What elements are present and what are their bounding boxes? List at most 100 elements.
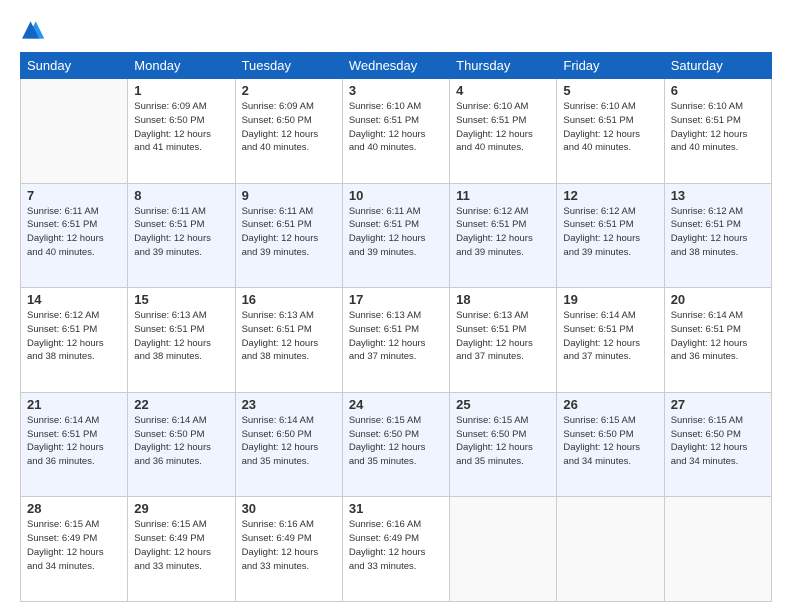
calendar-day-cell: 1 Sunrise: 6:09 AM Sunset: 6:50 PM Daylig…: [128, 79, 235, 184]
day-number: 30: [242, 501, 336, 516]
day-info: Sunrise: 6:11 AM Sunset: 6:51 PM Dayligh…: [349, 205, 443, 260]
day-number: 17: [349, 292, 443, 307]
day-info: Sunrise: 6:14 AM Sunset: 6:51 PM Dayligh…: [671, 309, 765, 364]
day-number: 13: [671, 188, 765, 203]
calendar-table: SundayMondayTuesdayWednesdayThursdayFrid…: [20, 52, 772, 602]
day-number: 3: [349, 83, 443, 98]
day-info: Sunrise: 6:12 AM Sunset: 6:51 PM Dayligh…: [563, 205, 657, 260]
calendar-week-row: 7Sunrise: 6:11 AM Sunset: 6:51 PM Daylig…: [21, 183, 772, 288]
calendar-day-cell: 23 Sunrise: 6:14 AM Sunset: 6:50 PM Dayli…: [235, 392, 342, 497]
calendar-week-row: 14 Sunrise: 6:12 AM Sunset: 6:51 PM Dayli…: [21, 288, 772, 393]
calendar-day-cell: 5 Sunrise: 6:10 AM Sunset: 6:51 PM Daylig…: [557, 79, 664, 184]
day-number: 11: [456, 188, 550, 203]
calendar-day-cell: 28 Sunrise: 6:15 AM Sunset: 6:49 PM Dayli…: [21, 497, 128, 602]
day-number: 14: [27, 292, 121, 307]
day-info: Sunrise: 6:15 AM Sunset: 6:50 PM Dayligh…: [349, 414, 443, 469]
day-number: 5: [563, 83, 657, 98]
calendar-day-cell: 20 Sunrise: 6:14 AM Sunset: 6:51 PM Dayli…: [664, 288, 771, 393]
day-info: Sunrise: 6:10 AM Sunset: 6:51 PM Dayligh…: [349, 100, 443, 155]
calendar-day-cell: 3 Sunrise: 6:10 AM Sunset: 6:51 PM Daylig…: [342, 79, 449, 184]
day-info: Sunrise: 6:14 AM Sunset: 6:51 PM Dayligh…: [27, 414, 121, 469]
day-number: 20: [671, 292, 765, 307]
day-number: 19: [563, 292, 657, 307]
calendar-day-cell: 14 Sunrise: 6:12 AM Sunset: 6:51 PM Dayli…: [21, 288, 128, 393]
day-number: 1: [134, 83, 228, 98]
day-info: Sunrise: 6:13 AM Sunset: 6:51 PM Dayligh…: [242, 309, 336, 364]
calendar-header-cell: Friday: [557, 53, 664, 79]
day-info: Sunrise: 6:09 AM Sunset: 6:50 PM Dayligh…: [134, 100, 228, 155]
calendar-day-cell: [450, 497, 557, 602]
calendar-week-row: 1 Sunrise: 6:09 AM Sunset: 6:50 PM Daylig…: [21, 79, 772, 184]
day-number: 9: [242, 188, 336, 203]
calendar-header-row: SundayMondayTuesdayWednesdayThursdayFrid…: [21, 53, 772, 79]
calendar-day-cell: 6Sunrise: 6:10 AM Sunset: 6:51 PM Daylig…: [664, 79, 771, 184]
day-info: Sunrise: 6:15 AM Sunset: 6:50 PM Dayligh…: [563, 414, 657, 469]
day-number: 24: [349, 397, 443, 412]
calendar-header-cell: Sunday: [21, 53, 128, 79]
calendar-day-cell: 22 Sunrise: 6:14 AM Sunset: 6:50 PM Dayli…: [128, 392, 235, 497]
day-info: Sunrise: 6:14 AM Sunset: 6:50 PM Dayligh…: [134, 414, 228, 469]
logo: [20, 18, 52, 42]
calendar-day-cell: 31Sunrise: 6:16 AM Sunset: 6:49 PM Dayli…: [342, 497, 449, 602]
calendar-day-cell: 13 Sunrise: 6:12 AM Sunset: 6:51 PM Dayli…: [664, 183, 771, 288]
day-number: 21: [27, 397, 121, 412]
calendar-day-cell: [664, 497, 771, 602]
logo-icon: [20, 18, 48, 42]
day-number: 25: [456, 397, 550, 412]
day-info: Sunrise: 6:13 AM Sunset: 6:51 PM Dayligh…: [456, 309, 550, 364]
day-info: Sunrise: 6:15 AM Sunset: 6:50 PM Dayligh…: [456, 414, 550, 469]
calendar-day-cell: 25 Sunrise: 6:15 AM Sunset: 6:50 PM Dayli…: [450, 392, 557, 497]
calendar-header-cell: Thursday: [450, 53, 557, 79]
day-info: Sunrise: 6:11 AM Sunset: 6:51 PM Dayligh…: [242, 205, 336, 260]
calendar-day-cell: 11 Sunrise: 6:12 AM Sunset: 6:51 PM Dayli…: [450, 183, 557, 288]
day-number: 8: [134, 188, 228, 203]
calendar-day-cell: 15Sunrise: 6:13 AM Sunset: 6:51 PM Dayli…: [128, 288, 235, 393]
calendar-day-cell: 19 Sunrise: 6:14 AM Sunset: 6:51 PM Dayli…: [557, 288, 664, 393]
calendar-day-cell: 29 Sunrise: 6:15 AM Sunset: 6:49 PM Dayli…: [128, 497, 235, 602]
day-info: Sunrise: 6:12 AM Sunset: 6:51 PM Dayligh…: [456, 205, 550, 260]
day-number: 22: [134, 397, 228, 412]
day-number: 23: [242, 397, 336, 412]
day-number: 16: [242, 292, 336, 307]
calendar-header-cell: Monday: [128, 53, 235, 79]
day-info: Sunrise: 6:10 AM Sunset: 6:51 PM Dayligh…: [456, 100, 550, 155]
calendar-day-cell: 7Sunrise: 6:11 AM Sunset: 6:51 PM Daylig…: [21, 183, 128, 288]
day-info: Sunrise: 6:09 AM Sunset: 6:50 PM Dayligh…: [242, 100, 336, 155]
calendar-day-cell: 2 Sunrise: 6:09 AM Sunset: 6:50 PM Daylig…: [235, 79, 342, 184]
calendar-day-cell: 26 Sunrise: 6:15 AM Sunset: 6:50 PM Dayli…: [557, 392, 664, 497]
day-number: 18: [456, 292, 550, 307]
calendar-week-row: 28 Sunrise: 6:15 AM Sunset: 6:49 PM Dayli…: [21, 497, 772, 602]
calendar-day-cell: 30Sunrise: 6:16 AM Sunset: 6:49 PM Dayli…: [235, 497, 342, 602]
calendar-day-cell: 21 Sunrise: 6:14 AM Sunset: 6:51 PM Dayli…: [21, 392, 128, 497]
header: [20, 18, 772, 42]
day-info: Sunrise: 6:14 AM Sunset: 6:50 PM Dayligh…: [242, 414, 336, 469]
day-info: Sunrise: 6:15 AM Sunset: 6:50 PM Dayligh…: [671, 414, 765, 469]
calendar-day-cell: 24 Sunrise: 6:15 AM Sunset: 6:50 PM Dayli…: [342, 392, 449, 497]
calendar-day-cell: 4 Sunrise: 6:10 AM Sunset: 6:51 PM Daylig…: [450, 79, 557, 184]
day-number: 2: [242, 83, 336, 98]
calendar-day-cell: 17Sunrise: 6:13 AM Sunset: 6:51 PM Dayli…: [342, 288, 449, 393]
calendar-day-cell: 12Sunrise: 6:12 AM Sunset: 6:51 PM Dayli…: [557, 183, 664, 288]
day-info: Sunrise: 6:10 AM Sunset: 6:51 PM Dayligh…: [563, 100, 657, 155]
calendar-day-cell: [21, 79, 128, 184]
day-info: Sunrise: 6:11 AM Sunset: 6:51 PM Dayligh…: [27, 205, 121, 260]
calendar-day-cell: 10 Sunrise: 6:11 AM Sunset: 6:51 PM Dayli…: [342, 183, 449, 288]
page: SundayMondayTuesdayWednesdayThursdayFrid…: [0, 0, 792, 612]
calendar-day-cell: 18 Sunrise: 6:13 AM Sunset: 6:51 PM Dayli…: [450, 288, 557, 393]
calendar-day-cell: 27Sunrise: 6:15 AM Sunset: 6:50 PM Dayli…: [664, 392, 771, 497]
day-number: 10: [349, 188, 443, 203]
calendar-week-row: 21 Sunrise: 6:14 AM Sunset: 6:51 PM Dayli…: [21, 392, 772, 497]
calendar-header-cell: Tuesday: [235, 53, 342, 79]
day-info: Sunrise: 6:14 AM Sunset: 6:51 PM Dayligh…: [563, 309, 657, 364]
day-info: Sunrise: 6:12 AM Sunset: 6:51 PM Dayligh…: [671, 205, 765, 260]
day-number: 26: [563, 397, 657, 412]
day-number: 29: [134, 501, 228, 516]
day-info: Sunrise: 6:15 AM Sunset: 6:49 PM Dayligh…: [27, 518, 121, 573]
day-number: 4: [456, 83, 550, 98]
day-info: Sunrise: 6:13 AM Sunset: 6:51 PM Dayligh…: [134, 309, 228, 364]
day-info: Sunrise: 6:12 AM Sunset: 6:51 PM Dayligh…: [27, 309, 121, 364]
day-info: Sunrise: 6:11 AM Sunset: 6:51 PM Dayligh…: [134, 205, 228, 260]
day-info: Sunrise: 6:15 AM Sunset: 6:49 PM Dayligh…: [134, 518, 228, 573]
day-number: 28: [27, 501, 121, 516]
day-number: 6: [671, 83, 765, 98]
